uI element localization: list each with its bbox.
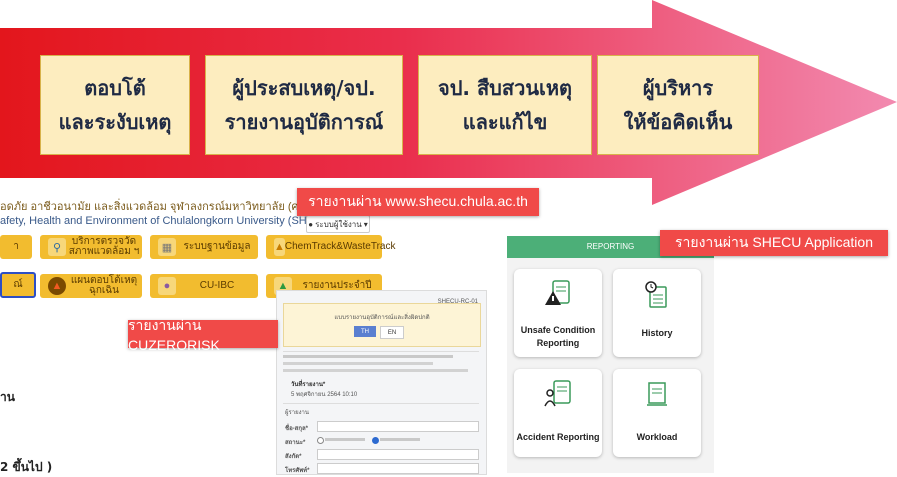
history-card[interactable]: History (613, 269, 701, 357)
step-respond-label: ตอบโต้ และระงับเหตุ (58, 76, 172, 134)
form-title: แบบรายงานอุบัติการณ์และสิ่งผิดปกติ (334, 315, 430, 321)
step-report-incident: ผู้ประสบเหตุ/จป. รายงานอุบัติการณ์ (205, 55, 403, 155)
status-radio-1-label (325, 438, 365, 441)
form-notice-line (283, 369, 468, 372)
step-investigate: จป. สืบสวนเหตุ และแก้ไข (418, 55, 592, 155)
lang-th-button[interactable]: TH (354, 326, 376, 337)
fire-icon: ▲ (48, 277, 66, 295)
status-radio-2[interactable] (372, 437, 379, 444)
form-notice-line (283, 362, 433, 365)
left-text-line2: 2 ขึ้นไป ) (0, 460, 53, 474)
step-report-incident-label: ผู้ประสบเหตุ/จป. รายงานอุบัติการณ์ (224, 76, 384, 134)
website-button-database[interactable]: ▦ ระบบฐานข้อมูล (150, 235, 258, 259)
website-button-environment-service[interactable]: ⚲ บริการตรวจวัด สภาพแวดล้อม ฯ (40, 235, 142, 259)
magnifier-icon: ⚲ (48, 238, 66, 256)
lang-en-button[interactable]: EN (380, 326, 404, 339)
card-label: Workload (636, 432, 678, 442)
step-respond: ตอบโต้ และระงับเหตุ (40, 55, 190, 155)
login-dropdown[interactable]: ● ระบบผู้ใช้งาน ▾ (306, 215, 370, 233)
card-label: Unsafe Condition Reporting (520, 325, 596, 348)
step-investigate-label: จป. สืบสวนเหตุ และแก้ไข (438, 76, 572, 134)
website-channel-label: รายงานผ่าน www.shecu.chula.ac.th (297, 188, 539, 216)
phone-input[interactable] (317, 463, 479, 474)
shecu-app: REPORTING Unsafe Condition Reporting His… (507, 236, 714, 473)
warning-clipboard-icon (545, 280, 570, 305)
name-input[interactable] (317, 421, 479, 432)
stacked-papers-icon (647, 382, 667, 406)
website-header-thai: อดภัย อาชีวอนามัย และสิ่งแวดล้อม จุฬาลงก… (0, 201, 326, 213)
website-button-chemtrack[interactable]: ▲ ChemTrack&WasteTrack (266, 235, 395, 259)
history-document-icon (645, 281, 667, 308)
field-affiliation-label: สังกัด* (285, 454, 302, 460)
database-icon: ▦ (158, 238, 176, 256)
website-header-english: afety, Health and Environment of Chulalo… (0, 215, 334, 227)
card-label: Accident Reporting (516, 432, 600, 442)
unsafe-condition-card[interactable]: Unsafe Condition Reporting (514, 269, 602, 357)
field-name-label: ชื่อ-สกุล* (285, 426, 308, 432)
left-text-line1: าน (0, 390, 15, 404)
biohazard-icon: ● (158, 277, 176, 295)
step-executive-comment: ผู้บริหาร ให้ข้อคิดเห็น (597, 55, 759, 155)
user-icon: ● (308, 219, 314, 229)
website-button-label: CU-IBC (199, 280, 235, 291)
website-button-label: า (13, 241, 19, 252)
website-button-label: แผนตอบโต้เหตุฉุกเฉิน (70, 275, 138, 296)
form-notice-line (283, 355, 453, 358)
flask-icon: ▲ (274, 238, 285, 256)
app-channel-label: รายงานผ่าน SHECU Application (660, 230, 888, 256)
date-label: วันที่รายงาน* (291, 382, 326, 388)
field-phone-label: โทรศัพท์* (285, 468, 310, 474)
website-button-label: ณ์ (13, 279, 23, 290)
website-button-label: ChemTrack&WasteTrack (284, 241, 396, 252)
website-button-label: บริการตรวจวัด สภาพแวดล้อม ฯ (68, 236, 140, 257)
workload-card[interactable]: Workload (613, 369, 701, 457)
divider (283, 351, 479, 352)
website-button-row1-1[interactable]: า (0, 235, 32, 259)
step-executive-comment-label: ผู้บริหาร ให้ข้อคิดเห็น (623, 76, 733, 134)
accident-clipboard-icon (544, 380, 571, 407)
section-title: ผู้รายงาน (285, 410, 310, 416)
status-radio-2-label (380, 438, 420, 441)
field-status-label: สถานะ* (285, 440, 306, 446)
affiliation-input[interactable] (317, 449, 479, 460)
website-button-emergency-plan[interactable]: ▲ แผนตอบโต้เหตุฉุกเฉิน (40, 274, 142, 298)
website-button-label: ระบบฐานข้อมูล (183, 241, 251, 252)
date-value: 5 พฤศจิกายน 2564 10:10 (291, 392, 358, 398)
chevron-down-icon: ▾ (363, 219, 368, 229)
divider (283, 403, 479, 404)
status-radio-1[interactable] (317, 437, 324, 444)
card-label: History (641, 328, 673, 338)
website-button-cu-ibc[interactable]: ● CU-IBC (150, 274, 258, 298)
login-label: ระบบผู้ใช้งาน (315, 219, 362, 229)
cuzerorisk-channel-label: รายงานผ่าน CUZERORISK (128, 317, 278, 353)
website-button-incident-report[interactable]: ณ์ (0, 272, 36, 298)
form-title-box: แบบรายงานอุบัติการณ์และสิ่งผิดปกติ TH EN (283, 303, 481, 347)
accident-reporting-card[interactable]: Accident Reporting (514, 369, 602, 457)
cuzerorisk-form: SHECU-RC-01 แบบรายงานอุบัติการณ์และสิ่งผ… (276, 290, 487, 475)
